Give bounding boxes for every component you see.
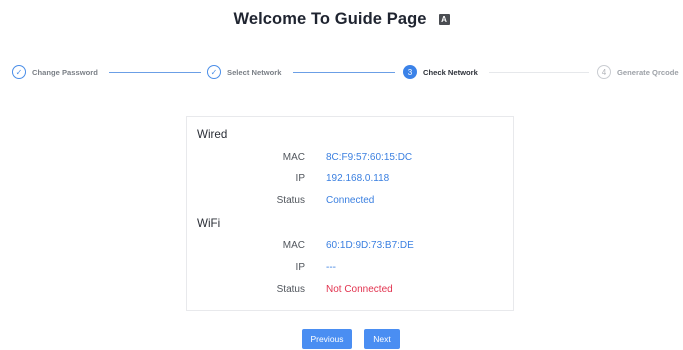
wired-section-title: Wired [197, 128, 228, 141]
progress-steps: ✓ Change Password ✓ Select Network 3 Che… [12, 63, 683, 81]
wifi-ip-label: IP [295, 262, 305, 273]
wired-status-value: Connected [326, 195, 375, 206]
wired-mac-row: MAC 8C:F9:57:60:15:DC [187, 152, 515, 166]
wifi-mac-label: MAC [282, 240, 305, 251]
wired-mac-value: 8C:F9:57:60:15:DC [326, 152, 413, 163]
next-button[interactable]: Next [364, 329, 400, 349]
page-title: Welcome To Guide Page [233, 9, 427, 28]
step-change-password: ✓ Change Password [12, 63, 98, 81]
check-icon: ✓ [12, 65, 26, 79]
wifi-status-row: Status Not Connected [187, 284, 515, 298]
wired-mac-label: MAC [282, 152, 305, 163]
step-connector [489, 72, 589, 73]
wifi-mac-row: MAC 60:1D:9D:73:B7:DE [187, 240, 515, 254]
step-label: Generate Qrcode [617, 67, 679, 77]
translate-icon[interactable]: A [438, 13, 450, 25]
network-info-card: Wired MAC 8C:F9:57:60:15:DC IP 192.168.0… [186, 116, 514, 311]
wifi-ip-row: IP --- [187, 262, 515, 276]
guide-page: Welcome To Guide Page A ✓ Change Passwor… [0, 0, 683, 350]
step-connector [109, 72, 201, 73]
step-select-network: ✓ Select Network [207, 63, 281, 81]
step-label: Check Network [423, 67, 478, 77]
wired-status-row: Status Connected [187, 195, 515, 209]
check-icon: ✓ [207, 65, 221, 79]
wifi-mac-value: 60:1D:9D:73:B7:DE [326, 240, 414, 251]
wifi-section-title: WiFi [197, 217, 221, 230]
step-number-icon: 3 [403, 65, 417, 79]
step-generate-qrcode: 4 Generate Qrcode [597, 63, 679, 81]
wired-ip-value: 192.168.0.118 [326, 173, 390, 184]
previous-button[interactable]: Previous [302, 329, 352, 349]
page-header: Welcome To Guide Page A [0, 8, 683, 30]
wired-ip-row: IP 192.168.0.118 [187, 173, 515, 187]
step-label: Select Network [227, 67, 282, 77]
step-label: Change Password [32, 67, 98, 77]
wifi-status-label: Status [276, 284, 305, 295]
step-connector [293, 72, 395, 73]
wifi-ip-value: --- [326, 262, 336, 273]
wifi-status-value: Not Connected [326, 284, 393, 295]
wired-ip-label: IP [295, 173, 305, 184]
step-number-icon: 4 [597, 65, 611, 79]
wired-status-label: Status [276, 195, 305, 206]
step-check-network: 3 Check Network [403, 63, 478, 81]
